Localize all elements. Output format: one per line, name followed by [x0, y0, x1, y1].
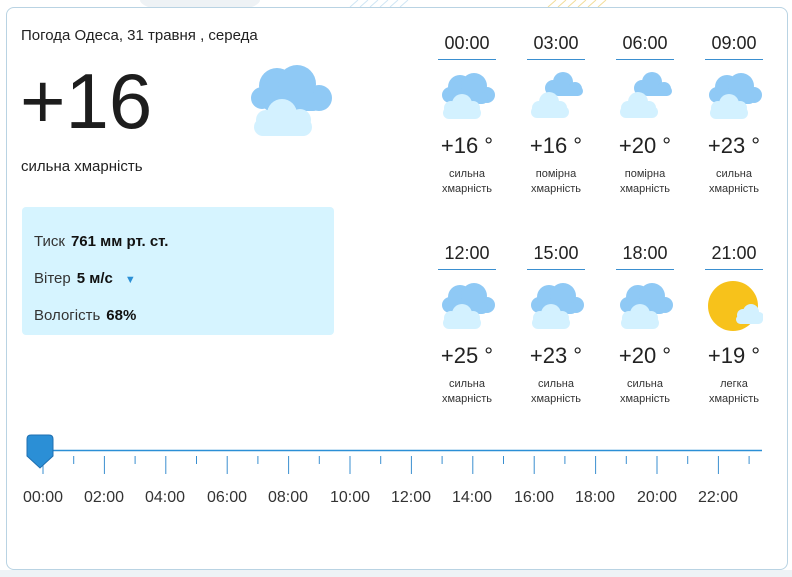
forecast-condition: помірна хмарність — [530, 168, 582, 195]
divider — [527, 59, 585, 60]
forecast-item[interactable]: 00:00 +16 ° сильна хмарність — [436, 30, 498, 197]
timeline-label[interactable]: 22:00 — [688, 489, 748, 507]
humidity-value: 68% — [106, 307, 137, 324]
wind-direction-arrow-icon: ▼ — [124, 274, 136, 286]
forecast-temperature: +23 ° — [707, 133, 761, 158]
forecast-condition: сильна хмарність — [441, 378, 493, 405]
forecast-item[interactable]: 21:00 +19 ° легка хмарність — [703, 240, 765, 407]
timeline-label[interactable]: 18:00 — [565, 489, 625, 507]
timeline-label[interactable]: 00:00 — [13, 489, 73, 507]
divider — [438, 269, 496, 270]
cloudy-icon — [442, 283, 495, 329]
forecast-time: 00:00 — [444, 33, 490, 53]
forecast-condition: сильна хмарність — [619, 378, 671, 405]
forecast-item[interactable]: 15:00 +23 ° сильна хмарність — [525, 240, 587, 407]
forecast-item[interactable]: 03:00 +16 ° помірна хмарність — [525, 30, 587, 197]
cloudy-icon — [620, 283, 673, 329]
divider — [616, 269, 674, 270]
cloudy-icon — [531, 283, 584, 329]
sun-with-cloud-icon — [708, 281, 763, 331]
divider — [616, 59, 674, 60]
forecast-temperature: +16 ° — [529, 133, 583, 158]
pressure-value: 761 мм рт. ст. — [70, 233, 169, 250]
cloudy-icon — [442, 73, 495, 119]
timeline-label[interactable]: 20:00 — [627, 489, 687, 507]
location-date-title: Погода Одеса, 31 травня , середа — [21, 27, 258, 44]
humidity-row: Вологість 68% — [34, 307, 136, 324]
timeline-label[interactable]: 12:00 — [381, 489, 441, 507]
forecast-time: 03:00 — [533, 33, 579, 53]
divider — [438, 59, 496, 60]
pressure-label: Тиск — [34, 233, 65, 250]
wind-value: 5 м/с — [76, 270, 113, 287]
wind-row: Вітер 5 м/с ▼ — [34, 270, 136, 287]
current-temperature: +16 — [20, 57, 153, 145]
forecast-temperature: +19 ° — [707, 343, 761, 368]
forecast-temperature: +23 ° — [529, 343, 583, 368]
forecast-condition: помірна хмарність — [619, 168, 671, 195]
forecast-condition: сильна хмарність — [530, 378, 582, 405]
forecast-item[interactable]: 12:00 +25 ° сильна хмарність — [436, 240, 498, 407]
forecast-condition: сильна хмарність — [441, 168, 493, 195]
cloudy-icon — [709, 73, 762, 119]
wind-label: Вітер — [34, 270, 71, 287]
timeline-label[interactable]: 02:00 — [74, 489, 134, 507]
timeline-label[interactable]: 10:00 — [320, 489, 380, 507]
cloudy-icon — [251, 65, 332, 136]
forecast-time: 15:00 — [533, 243, 579, 263]
forecast-condition: легка хмарність — [708, 378, 760, 405]
forecast-time: 06:00 — [622, 33, 668, 53]
details-panel: Тиск 761 мм рт. ст. Вітер 5 м/с ▼ Вологість… — [22, 207, 334, 335]
forecast-temperature: +25 ° — [440, 343, 494, 368]
forecast-item[interactable]: 06:00 +20 ° помірна хмарність — [614, 30, 676, 197]
timeline-label[interactable]: 06:00 — [197, 489, 257, 507]
forecast-temperature: +16 ° — [440, 133, 494, 158]
forecast-time: 18:00 — [622, 243, 668, 263]
timeline-label[interactable]: 16:00 — [504, 489, 564, 507]
divider — [527, 269, 585, 270]
forecast-temperature: +20 ° — [618, 343, 672, 368]
divider — [705, 269, 763, 270]
forecast-time: 09:00 — [711, 33, 757, 53]
partly-cloudy-icon — [531, 72, 583, 118]
forecast-item[interactable]: 09:00 +23 ° сильна хмарність — [703, 30, 765, 197]
forecast-condition: сильна хмарність — [708, 168, 760, 195]
divider — [705, 59, 763, 60]
current-condition: сильна хмарність — [21, 158, 143, 175]
humidity-label: Вологість — [34, 307, 101, 324]
forecast-time: 21:00 — [711, 243, 757, 263]
timeline-label[interactable]: 04:00 — [135, 489, 195, 507]
forecast-time: 12:00 — [444, 243, 490, 263]
partly-cloudy-icon — [620, 72, 672, 118]
forecast-temperature: +20 ° — [618, 133, 672, 158]
time-slider-thumb[interactable] — [26, 434, 54, 470]
forecast-item[interactable]: 18:00 +20 ° сильна хмарність — [614, 240, 676, 407]
pressure-row: Тиск 761 мм рт. ст. — [34, 233, 168, 250]
timeline-label[interactable]: 08:00 — [258, 489, 318, 507]
timeline-label[interactable]: 14:00 — [442, 489, 502, 507]
